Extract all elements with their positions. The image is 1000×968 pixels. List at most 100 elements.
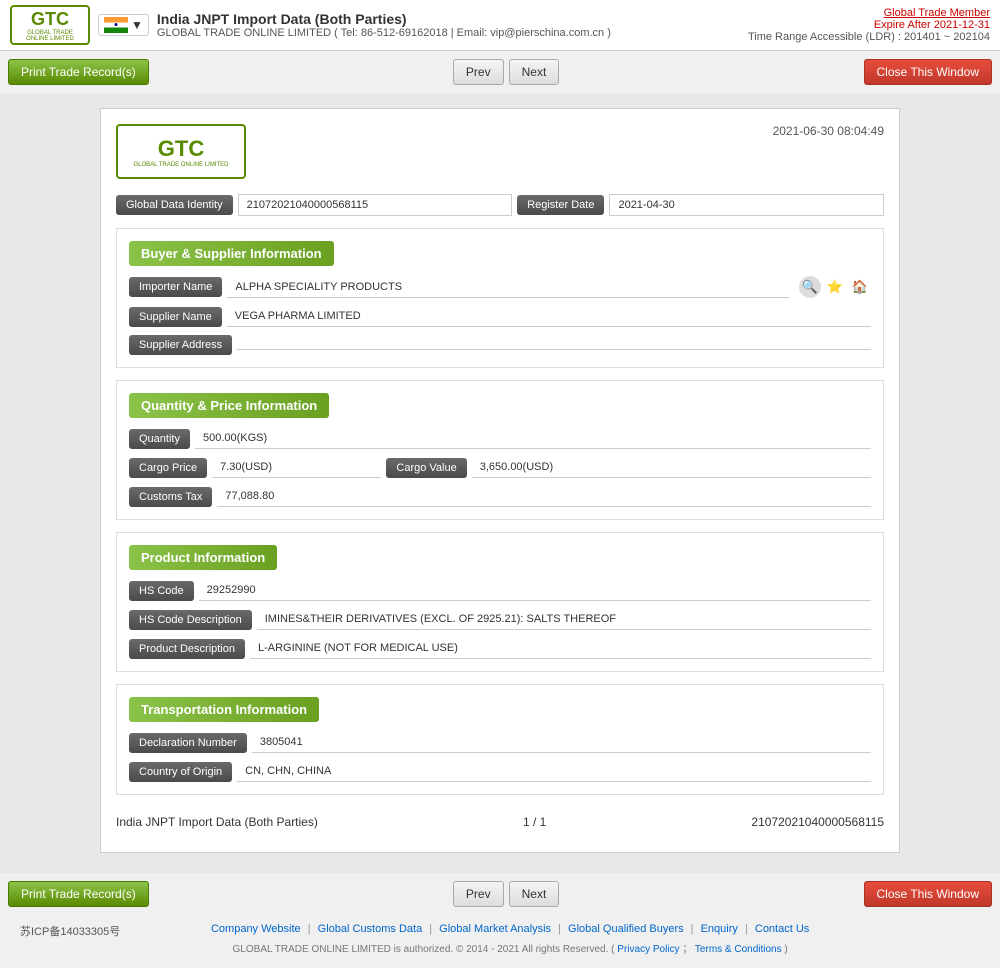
- quantity-value: 500.00(KGS): [195, 428, 871, 449]
- global-data-identity-value: 21072021040000568115: [238, 194, 513, 216]
- transportation-header: Transportation Information: [129, 697, 319, 722]
- contact-info: GLOBAL TRADE ONLINE LIMITED ( Tel: 86-51…: [157, 27, 611, 39]
- expire-text: Expire After 2021-12-31: [748, 19, 990, 31]
- footer-links-area: Company Website | Global Customs Data | …: [211, 923, 809, 955]
- supplier-name-row: Supplier Name VEGA PHARMA LIMITED: [129, 306, 871, 327]
- importer-name-label: Importer Name: [129, 277, 222, 297]
- product-desc-value: L-ARGININE (NOT FOR MEDICAL USE): [250, 638, 871, 659]
- next-button-bottom[interactable]: Next: [509, 881, 560, 907]
- footer-links-row: Company Website | Global Customs Data | …: [211, 923, 809, 935]
- record-footer-left: India JNPT Import Data (Both Parties): [116, 815, 318, 829]
- declaration-row: Declaration Number 3805041: [129, 732, 871, 753]
- privacy-policy-link[interactable]: Privacy Policy: [617, 944, 679, 955]
- top-bar: GTC GLOBAL TRADEONLINE LIMITED ▼ India J…: [0, 0, 1000, 51]
- importer-row: Importer Name ALPHA SPECIALITY PRODUCTS …: [129, 276, 871, 298]
- icp-number: 苏ICP备14033305号: [20, 923, 120, 939]
- search-icon[interactable]: 🔍: [799, 276, 821, 298]
- hs-desc-row: HS Code Description IMINES&THEIR DERIVAT…: [129, 609, 871, 630]
- cargo-value-value: 3,650.00(USD): [472, 457, 871, 478]
- supplier-name-label: Supplier Name: [129, 307, 222, 327]
- top-bar-left: GTC GLOBAL TRADEONLINE LIMITED ▼ India J…: [10, 5, 611, 45]
- india-flag: [104, 17, 128, 33]
- star-icon[interactable]: ⭐: [824, 276, 846, 298]
- quantity-label: Quantity: [129, 429, 190, 449]
- country-origin-row: Country of Origin CN, CHN, CHINA: [129, 761, 871, 782]
- prev-button-bottom[interactable]: Prev: [453, 881, 504, 907]
- quantity-price-header: Quantity & Price Information: [129, 393, 329, 418]
- supplier-address-row: Supplier Address: [129, 335, 871, 355]
- navigation-buttons: Prev Next: [453, 59, 559, 85]
- hs-code-value: 29252990: [199, 580, 871, 601]
- footer-link-customs[interactable]: Global Customs Data: [318, 923, 423, 935]
- footer-link-market[interactable]: Global Market Analysis: [439, 923, 551, 935]
- account-info: Global Trade Member Expire After 2021-12…: [748, 7, 990, 43]
- transportation-section: Transportation Information Declaration N…: [116, 684, 884, 795]
- record-logo: GTC GLOBAL TRADE ONLINE LIMITED: [116, 124, 246, 179]
- cargo-value-label: Cargo Value: [386, 458, 466, 478]
- quantity-row: Quantity 500.00(KGS): [129, 428, 871, 449]
- footer-copyright: GLOBAL TRADE ONLINE LIMITED is authorize…: [233, 940, 788, 955]
- global-data-identity-label: Global Data Identity: [116, 195, 233, 215]
- cargo-price-row: Cargo Price 7.30(USD) Cargo Value 3,650.…: [129, 457, 871, 478]
- buyer-supplier-section: Buyer & Supplier Information Importer Na…: [116, 228, 884, 368]
- record-footer: India JNPT Import Data (Both Parties) 1 …: [116, 807, 884, 837]
- footer-area: 苏ICP备14033305号 Company Website | Global …: [0, 915, 1000, 968]
- print-button-bottom[interactable]: Print Trade Record(s): [8, 881, 149, 907]
- top-toolbar: Print Trade Record(s) Prev Next Close Th…: [0, 51, 1000, 93]
- terms-link[interactable]: Terms & Conditions: [695, 944, 782, 955]
- supplier-address-label: Supplier Address: [129, 335, 232, 355]
- customs-tax-label: Customs Tax: [129, 487, 212, 507]
- record-footer-center: 1 / 1: [523, 815, 546, 829]
- importer-name-value: ALPHA SPECIALITY PRODUCTS: [227, 277, 789, 298]
- hs-code-label: HS Code: [129, 581, 194, 601]
- supplier-address-value: [237, 341, 871, 350]
- customs-tax-row: Customs Tax 77,088.80: [129, 486, 871, 507]
- customs-tax-value: 77,088.80: [217, 486, 871, 507]
- record-timestamp: 2021-06-30 08:04:49: [773, 124, 884, 138]
- record-header: GTC GLOBAL TRADE ONLINE LIMITED 2021-06-…: [116, 124, 884, 179]
- print-button-top[interactable]: Print Trade Record(s): [8, 59, 149, 85]
- logo-text: GTC: [31, 9, 69, 30]
- identity-row: Global Data Identity 2107202104000056811…: [116, 194, 884, 216]
- logo-subtitle: GLOBAL TRADEONLINE LIMITED: [26, 30, 74, 42]
- footer-link-contact[interactable]: Contact Us: [755, 923, 809, 935]
- importer-icons: 🔍 ⭐ 🏠: [799, 276, 871, 298]
- home-icon[interactable]: 🏠: [849, 276, 871, 298]
- bottom-navigation-buttons: Prev Next: [453, 881, 559, 907]
- quantity-price-section: Quantity & Price Information Quantity 50…: [116, 380, 884, 520]
- page-title: India JNPT Import Data (Both Parties): [157, 11, 611, 27]
- member-link[interactable]: Global Trade Member: [884, 7, 990, 19]
- register-date-label: Register Date: [517, 195, 604, 215]
- hs-desc-label: HS Code Description: [129, 610, 252, 630]
- cargo-price-value: 7.30(USD): [212, 457, 381, 478]
- footer-link-enquiry[interactable]: Enquiry: [701, 923, 738, 935]
- footer-link-buyers[interactable]: Global Qualified Buyers: [568, 923, 684, 935]
- supplier-name-value: VEGA PHARMA LIMITED: [227, 306, 871, 327]
- footer-link-company[interactable]: Company Website: [211, 923, 301, 935]
- product-desc-row: Product Description L-ARGININE (NOT FOR …: [129, 638, 871, 659]
- flag-dropdown-arrow: ▼: [131, 18, 143, 32]
- register-date-value: 2021-04-30: [609, 194, 884, 216]
- country-origin-label: Country of Origin: [129, 762, 232, 782]
- close-button-top[interactable]: Close This Window: [864, 59, 992, 85]
- logo: GTC GLOBAL TRADEONLINE LIMITED: [10, 5, 90, 45]
- time-range: Time Range Accessible (LDR) : 201401 ~ 2…: [748, 31, 990, 43]
- record-footer-right: 21072021040000568115: [751, 815, 884, 829]
- cargo-price-label: Cargo Price: [129, 458, 207, 478]
- product-section: Product Information HS Code 29252990 HS …: [116, 532, 884, 672]
- buyer-supplier-header: Buyer & Supplier Information: [129, 241, 334, 266]
- country-flag-dropdown[interactable]: ▼: [98, 14, 149, 36]
- product-header: Product Information: [129, 545, 277, 570]
- declaration-label: Declaration Number: [129, 733, 247, 753]
- country-origin-value: CN, CHN, CHINA: [237, 761, 871, 782]
- page-title-area: India JNPT Import Data (Both Parties) GL…: [157, 11, 611, 39]
- bottom-toolbar: Print Trade Record(s) Prev Next Close Th…: [0, 873, 1000, 915]
- hs-code-row: HS Code 29252990: [129, 580, 871, 601]
- declaration-value: 3805041: [252, 732, 871, 753]
- main-record: GTC GLOBAL TRADE ONLINE LIMITED 2021-06-…: [100, 108, 900, 853]
- product-desc-label: Product Description: [129, 639, 245, 659]
- next-button-top[interactable]: Next: [509, 59, 560, 85]
- close-button-bottom[interactable]: Close This Window: [864, 881, 992, 907]
- prev-button-top[interactable]: Prev: [453, 59, 504, 85]
- hs-desc-value: IMINES&THEIR DERIVATIVES (EXCL. OF 2925.…: [257, 609, 871, 630]
